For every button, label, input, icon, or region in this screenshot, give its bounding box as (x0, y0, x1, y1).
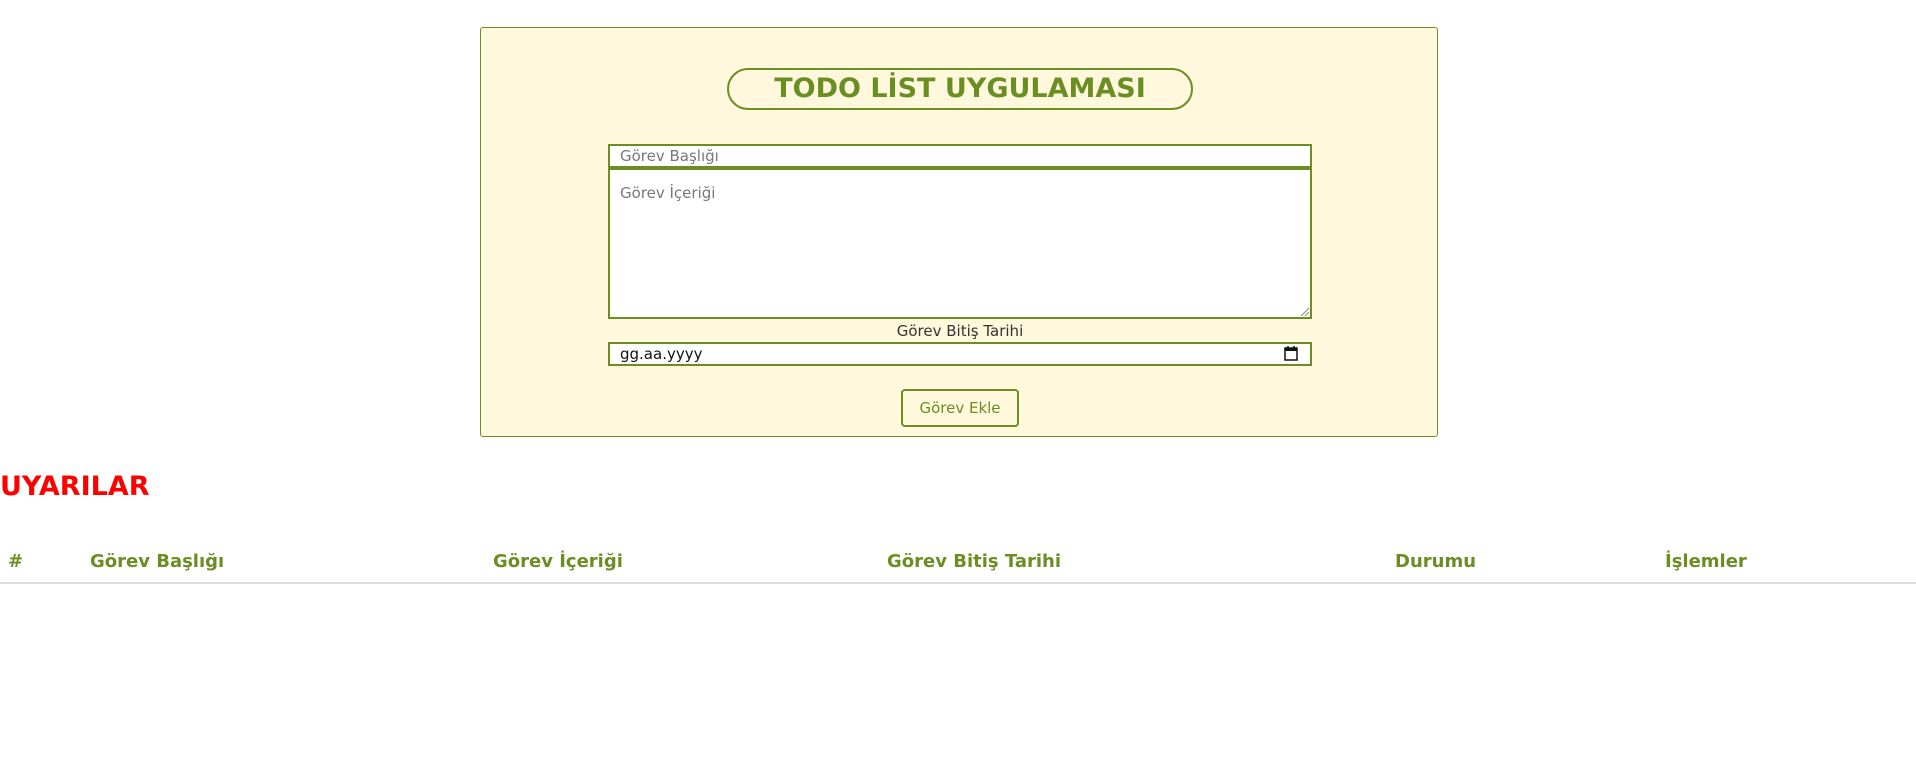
task-title-input[interactable] (608, 144, 1312, 168)
alerts-heading: UYARILAR (0, 471, 150, 502)
resize-grip-icon[interactable] (1299, 306, 1309, 316)
due-date-label: Görev Bitiş Tarihi (896, 322, 1024, 340)
calendar-icon[interactable] (1284, 346, 1298, 361)
column-header-content: Görev İçeriği (493, 551, 623, 572)
column-header-title: Görev Başlığı (90, 551, 225, 572)
task-form-card: TODO LİST UYGULAMASI Görev Bitiş Tarihi … (480, 27, 1438, 437)
app-title: TODO LİST UYGULAMASI (727, 68, 1193, 110)
table-header-divider (0, 582, 1916, 584)
column-header-status: Durumu (1395, 551, 1477, 572)
add-task-button[interactable]: Görev Ekle (901, 389, 1019, 427)
column-header-due-date: Görev Bitiş Tarihi (887, 551, 1062, 572)
task-content-textarea[interactable] (608, 168, 1312, 319)
column-header-actions: İşlemler (1665, 551, 1747, 572)
due-date-input[interactable]: gg.aa.yyyy (608, 342, 1312, 366)
column-header-index: # (8, 551, 24, 572)
due-date-value: gg.aa.yyyy (620, 345, 703, 363)
